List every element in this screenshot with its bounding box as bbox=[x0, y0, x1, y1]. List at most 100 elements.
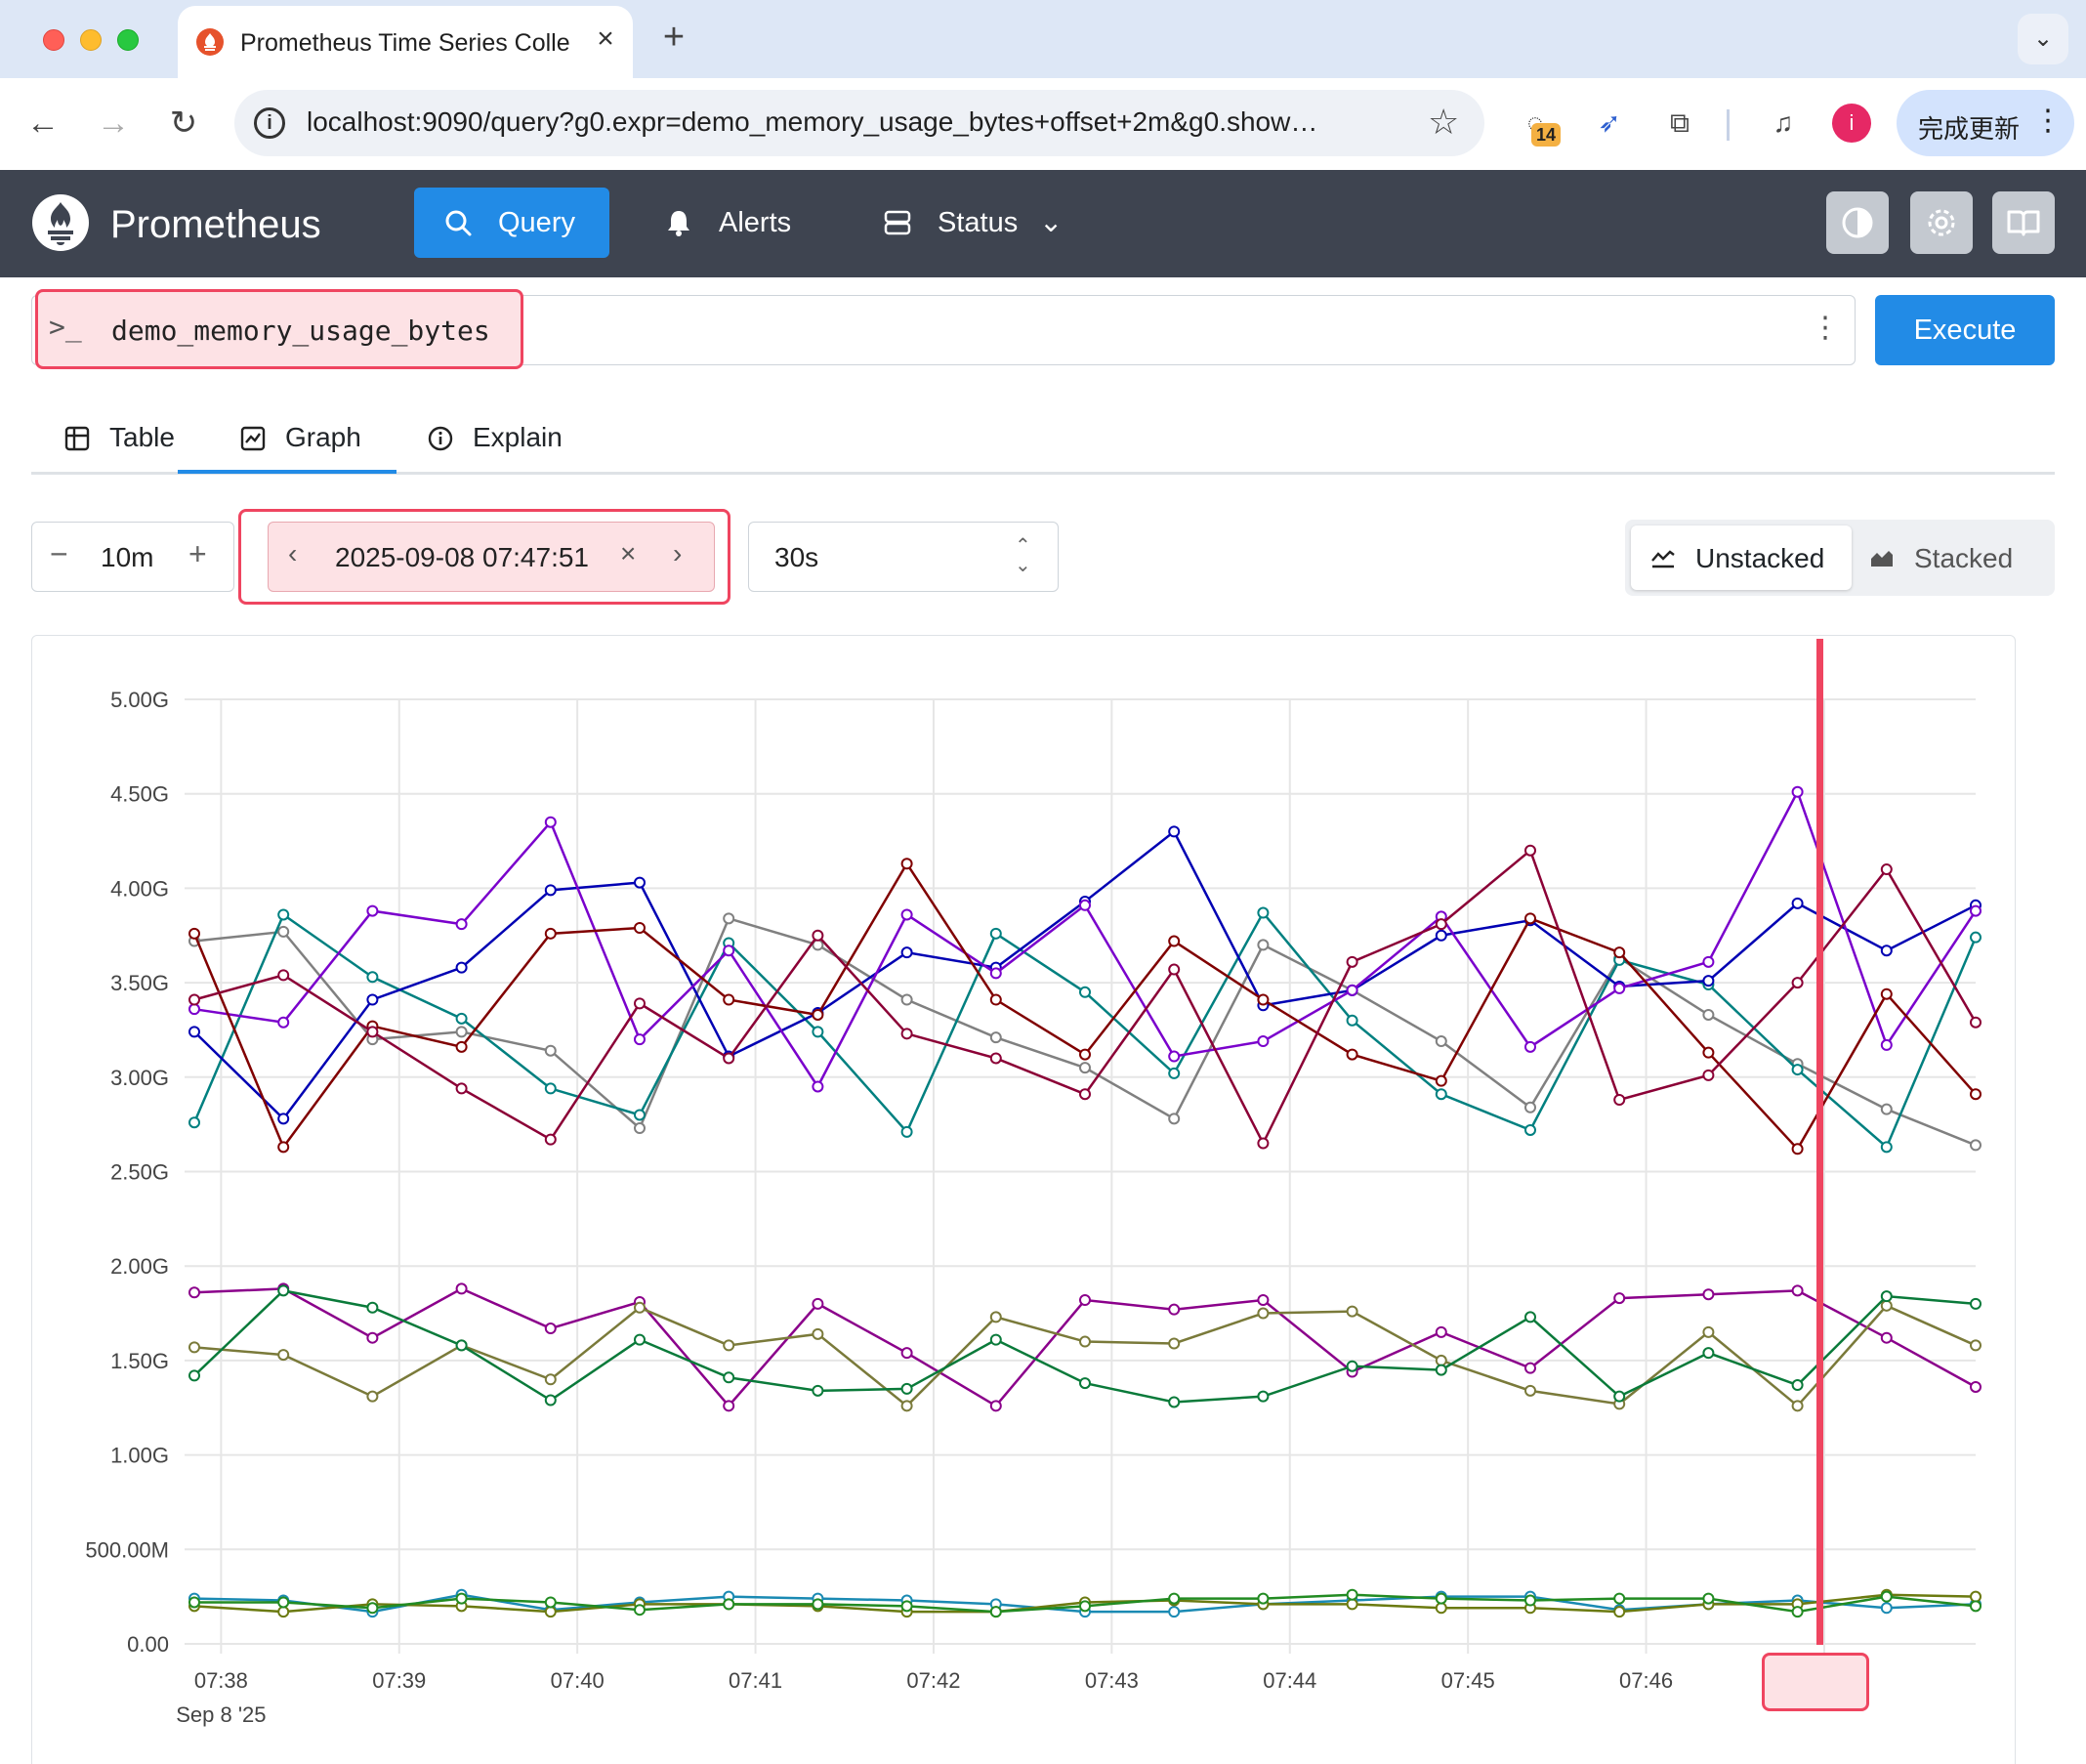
data-point bbox=[1168, 1303, 1181, 1316]
data-point bbox=[1257, 939, 1270, 951]
data-point bbox=[1079, 1335, 1091, 1348]
server-icon bbox=[884, 210, 911, 235]
expression-text[interactable]: demo_memory_usage_bytes bbox=[111, 315, 490, 347]
data-point bbox=[634, 997, 646, 1010]
data-point bbox=[1613, 982, 1626, 994]
clear-time-close-icon[interactable]: × bbox=[620, 538, 636, 569]
data-point bbox=[455, 1592, 468, 1605]
nav-query[interactable]: Query bbox=[414, 188, 609, 258]
data-point bbox=[188, 927, 200, 940]
stacked-button[interactable]: Stacked bbox=[1859, 525, 2045, 590]
data-point bbox=[1791, 1606, 1804, 1618]
data-point bbox=[1970, 904, 1982, 917]
data-point bbox=[1168, 1337, 1181, 1350]
data-point bbox=[723, 1598, 735, 1611]
execute-button[interactable]: Execute bbox=[1875, 295, 2055, 365]
data-point bbox=[1524, 844, 1536, 857]
data-point bbox=[544, 1082, 557, 1095]
info-circle-icon bbox=[428, 426, 453, 451]
bird-extension-icon[interactable]: ➶ bbox=[1588, 102, 1631, 145]
profile-avatar[interactable]: i bbox=[1832, 104, 1871, 143]
tab-explain[interactable]: Explain bbox=[428, 410, 584, 475]
data-point bbox=[188, 1596, 200, 1609]
data-point bbox=[1791, 1143, 1804, 1155]
window-zoom-button[interactable] bbox=[117, 29, 139, 51]
brand-title[interactable]: Prometheus bbox=[110, 203, 321, 247]
update-label: 完成更新 bbox=[1918, 114, 2021, 144]
new-tab-plus-icon[interactable]: + bbox=[654, 18, 693, 57]
time-back-chevron-left-icon[interactable]: ‹ bbox=[288, 538, 297, 569]
bookmark-star-icon[interactable]: ☆ bbox=[1428, 102, 1459, 143]
data-point bbox=[1970, 1297, 1982, 1310]
tab-search-chevron-icon[interactable]: ⌄ bbox=[2018, 14, 2068, 64]
data-point bbox=[1346, 1305, 1358, 1318]
data-point bbox=[277, 969, 290, 982]
time-series-chart[interactable]: 0.00 500.00M 1.00G 1.50G 2.00G 2.50G 3.00G 3.50… bbox=[32, 636, 2015, 1763]
data-point bbox=[1702, 1325, 1715, 1338]
data-point bbox=[1435, 1325, 1447, 1338]
data-point bbox=[1257, 1137, 1270, 1150]
forward-arrow-icon[interactable]: → bbox=[90, 100, 137, 147]
data-point bbox=[1880, 1590, 1893, 1603]
reload-icon[interactable]: ↻ bbox=[160, 100, 207, 147]
data-point bbox=[1702, 1046, 1715, 1059]
data-point bbox=[1791, 1400, 1804, 1412]
back-arrow-icon[interactable]: ← bbox=[20, 100, 66, 147]
theme-toggle-button[interactable] bbox=[1826, 191, 1889, 254]
resolution-select[interactable]: 30s ⌃ ⌄ bbox=[748, 522, 1059, 592]
end-time-value[interactable]: 2025-09-08 07:47:51 bbox=[335, 542, 589, 573]
more-vertical-icon[interactable]: ⋮ bbox=[2033, 104, 2063, 138]
documentation-button[interactable] bbox=[1992, 191, 2055, 254]
close-tab-icon[interactable]: × bbox=[588, 21, 623, 57]
data-point bbox=[1346, 1048, 1358, 1061]
prometheus-favicon-icon bbox=[196, 28, 224, 56]
data-point bbox=[1970, 931, 1982, 944]
data-point bbox=[1079, 1294, 1091, 1307]
tab-graph[interactable]: Graph bbox=[240, 410, 426, 475]
data-point bbox=[900, 1125, 913, 1138]
data-point bbox=[1079, 1600, 1091, 1613]
resolution-value[interactable]: 30s bbox=[774, 542, 818, 573]
media-queue-icon[interactable]: ♫ bbox=[1762, 102, 1805, 145]
data-point bbox=[1613, 1292, 1626, 1305]
data-point bbox=[1346, 1588, 1358, 1601]
data-point bbox=[366, 904, 379, 917]
address-bar[interactable]: i localhost:9090/query?g0.expr=demo_memo… bbox=[234, 90, 1484, 156]
unstacked-button[interactable]: Unstacked bbox=[1631, 525, 1852, 590]
time-forward-chevron-right-icon[interactable]: › bbox=[673, 538, 682, 569]
data-point bbox=[1435, 1074, 1447, 1087]
data-point bbox=[1880, 945, 1893, 957]
data-point bbox=[1168, 1050, 1181, 1063]
end-time-input[interactable]: ‹ 2025-09-08 07:47:51 × › bbox=[268, 522, 715, 592]
data-point bbox=[544, 1133, 557, 1146]
range-input[interactable]: − 10m + bbox=[31, 522, 234, 592]
data-point bbox=[1435, 918, 1447, 931]
window-minimize-button[interactable] bbox=[80, 29, 102, 51]
address-url[interactable]: localhost:9090/query?g0.expr=demo_memory… bbox=[307, 106, 1400, 138]
data-point bbox=[277, 908, 290, 921]
time-tick-highlight bbox=[1762, 1653, 1869, 1711]
data-point bbox=[1435, 1602, 1447, 1615]
nav-status-label: Status bbox=[938, 207, 1019, 238]
range-value[interactable]: 10m bbox=[101, 542, 153, 573]
range-decrease-minus-icon[interactable]: − bbox=[50, 536, 68, 572]
tab-table[interactable]: Table bbox=[64, 410, 201, 475]
data-point bbox=[634, 922, 646, 935]
data-point bbox=[900, 993, 913, 1006]
window-close-button[interactable] bbox=[43, 29, 64, 51]
nav-status-dropdown[interactable]: Status ⌄ bbox=[883, 188, 1088, 258]
range-increase-plus-icon[interactable]: + bbox=[188, 536, 207, 572]
data-point bbox=[455, 1282, 468, 1295]
expression-menu-dots-icon[interactable]: ⋮ bbox=[1811, 311, 1840, 345]
x-tick-label: 07:42 bbox=[906, 1668, 960, 1693]
data-point bbox=[1168, 1113, 1181, 1125]
nav-alerts[interactable]: Alerts bbox=[664, 188, 811, 258]
data-point bbox=[1970, 1139, 1982, 1152]
settings-button[interactable] bbox=[1910, 191, 1973, 254]
update-button[interactable]: 完成更新 ⋮ bbox=[1897, 90, 2074, 156]
browser-tab[interactable]: Prometheus Time Series Colle × bbox=[178, 6, 633, 78]
data-point bbox=[1168, 1592, 1181, 1605]
puzzle-extensions-icon[interactable]: ⧉ bbox=[1658, 102, 1701, 145]
site-info-icon[interactable]: i bbox=[254, 107, 285, 139]
data-point bbox=[1435, 1592, 1447, 1605]
